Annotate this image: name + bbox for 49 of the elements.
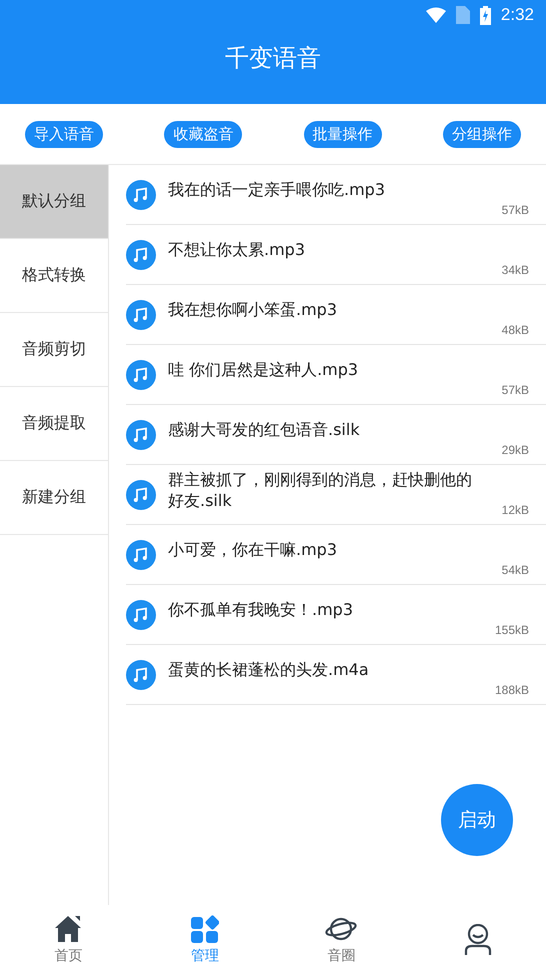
file-size: 155kB — [494, 623, 529, 637]
file-name: 蛋黄的长裙蓬松的头发.m4a — [168, 660, 370, 681]
nav-tab[interactable]: 首页 — [0, 915, 136, 965]
planet-icon — [325, 915, 358, 943]
home-icon — [54, 915, 82, 943]
action-button[interactable]: 分组操作 — [442, 120, 521, 148]
wifi-icon — [426, 7, 446, 23]
music-note-icon — [126, 240, 156, 270]
app-title: 千变语音 — [224, 43, 322, 74]
no-sim-icon — [456, 6, 470, 24]
music-note-icon — [126, 420, 156, 450]
battery-charging-icon — [480, 6, 491, 24]
action-button[interactable]: 收藏盗音 — [164, 120, 242, 148]
file-size: 54kB — [502, 563, 529, 577]
file-name: 哇 你们居然是这种人.mp3 — [168, 360, 360, 381]
file-name: 我在的话一定亲手喂你吃.mp3 — [168, 180, 386, 201]
action-button[interactable]: 导入语音 — [25, 120, 103, 148]
file-name: 感谢大哥发的红包语音.silk — [168, 420, 361, 441]
person-icon — [464, 924, 492, 956]
file-size: 29kB — [502, 443, 529, 457]
music-note-icon — [126, 600, 156, 630]
grid-icon — [190, 915, 219, 943]
music-note-icon — [126, 300, 156, 330]
sidebar-item[interactable]: 格式转换 — [0, 239, 108, 313]
sidebar-item[interactable]: 音频提取 — [0, 387, 108, 461]
music-note-icon — [126, 480, 156, 510]
file-name: 你不孤单有我晚安！.mp3 — [168, 600, 354, 621]
music-note-icon — [126, 540, 156, 570]
file-size: 57kB — [502, 383, 529, 397]
music-note-icon — [126, 360, 156, 390]
nav-tab[interactable]: 管理 — [136, 915, 273, 965]
sidebar-item[interactable]: 音频剪切 — [0, 313, 108, 387]
music-note-icon — [126, 660, 156, 690]
status-time: 2:32 — [500, 5, 534, 25]
sidebar-item[interactable]: 默认分组 — [0, 165, 108, 239]
file-size: 188kB — [494, 683, 529, 697]
action-button[interactable]: 批量操作 — [304, 120, 382, 148]
file-size: 12kB — [502, 503, 529, 517]
music-note-icon — [126, 180, 156, 210]
file-size: 57kB — [502, 203, 529, 217]
sidebar-item[interactable]: 新建分组 — [0, 461, 108, 535]
start-button[interactable]: 启动 — [441, 784, 513, 856]
file-size: 34kB — [502, 263, 529, 277]
file-name: 群主被抓了，刚刚得到的消息，赶快删他的好友.silk — [168, 470, 473, 512]
file-name: 我在想你啊小笨蛋.mp3 — [168, 300, 338, 321]
file-name: 小可爱，你在干嘛.mp3 — [168, 540, 338, 561]
file-size: 48kB — [502, 323, 529, 337]
file-name: 不想让你太累.mp3 — [168, 240, 306, 261]
nav-tab[interactable]: 音圈 — [273, 915, 410, 965]
